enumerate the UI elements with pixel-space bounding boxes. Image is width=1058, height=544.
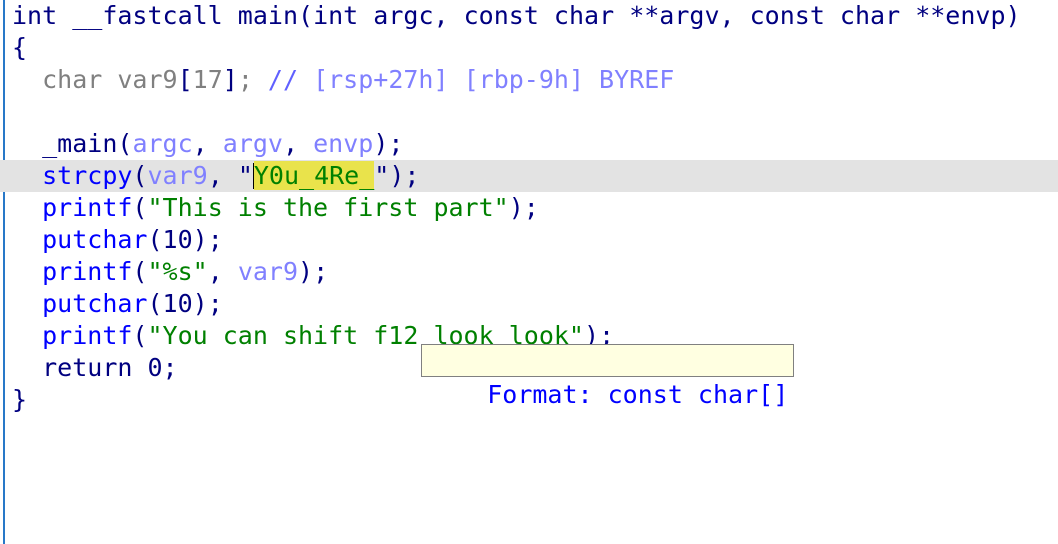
code-line[interactable]: { <box>0 32 1058 64</box>
code-line-content: { <box>0 32 1058 64</box>
code-token: char var9 <box>42 65 178 94</box>
code-token: } <box>12 385 28 414</box>
pseudocode-view[interactable]: int __fastcall main(int argc, const char… <box>0 0 1058 544</box>
selected-string-literal[interactable]: Y0u_4Re_ <box>253 161 375 190</box>
type-hint-tooltip: Format: const char[] <box>421 344 795 409</box>
code-token: printf <box>42 321 133 350</box>
code-line[interactable]: char var9[17]; // [rsp+27h] [rbp-9h] BYR… <box>0 64 1058 96</box>
code-token: return <box>42 353 148 382</box>
code-token: // <box>267 65 314 94</box>
code-token: envp <box>313 129 374 158</box>
code-line[interactable]: putchar(10); <box>0 288 1058 320</box>
code-token: ); <box>192 289 223 318</box>
code-token: 0 <box>147 353 163 382</box>
code-token: ) <box>1005 1 1021 30</box>
code-token: ] <box>222 65 238 94</box>
code-token: **argv <box>629 1 720 30</box>
code-token: argc <box>132 129 193 158</box>
code-token: "%s" <box>147 257 208 286</box>
code-token: putchar <box>42 289 148 318</box>
code-token: ( <box>132 321 148 350</box>
code-token: [rsp+27h] [rbp-9h] BYREF <box>313 65 675 94</box>
code-line-content: putchar(10); <box>0 224 1058 256</box>
code-token: **envp <box>915 1 1006 30</box>
code-token: __fastcall <box>72 1 238 30</box>
code-line-content: printf("%s", var9); <box>0 256 1058 288</box>
code-line-content: int __fastcall main(int argc, const char… <box>0 0 1058 32</box>
code-line[interactable]: printf("This is the first part"); <box>0 192 1058 224</box>
code-token: " <box>237 161 253 190</box>
code-token: ; <box>162 353 178 382</box>
code-token: main <box>237 1 299 30</box>
code-token: 10 <box>162 289 193 318</box>
code-token: var9 <box>147 161 208 190</box>
code-token: , <box>433 1 464 30</box>
code-token: , <box>207 161 238 190</box>
code-line[interactable]: putchar(10); <box>0 224 1058 256</box>
code-token: argv <box>222 129 283 158</box>
code-line-content: char var9[17]; // [rsp+27h] [rbp-9h] BYR… <box>0 64 1058 96</box>
code-line[interactable]: _main(argc, argv, envp); <box>0 128 1058 160</box>
code-line-content: _main(argc, argv, envp); <box>0 128 1058 160</box>
code-line-content <box>0 96 1058 128</box>
code-token: ( <box>132 193 148 222</box>
code-token: ( <box>132 257 148 286</box>
code-token: ( <box>117 129 133 158</box>
code-token: ); <box>298 257 329 286</box>
code-line[interactable]: printf("%s", var9); <box>0 256 1058 288</box>
code-token: "This is the first part" <box>147 193 509 222</box>
code-token: , <box>192 129 223 158</box>
code-line[interactable] <box>0 96 1058 128</box>
code-token: ( <box>132 161 148 190</box>
code-token: ); <box>373 129 404 158</box>
code-token: printf <box>42 193 133 222</box>
code-token: const char <box>463 1 630 30</box>
code-token: " <box>374 161 390 190</box>
code-line-content: putchar(10); <box>0 288 1058 320</box>
code-token: ( <box>147 225 163 254</box>
code-token: ( <box>147 289 163 318</box>
code-token: putchar <box>42 225 148 254</box>
code-token: printf <box>42 257 133 286</box>
code-token: ); <box>508 193 539 222</box>
tooltip-text: Format: const char[] <box>487 380 789 409</box>
code-token: var9 <box>237 257 299 286</box>
code-token: , <box>719 1 750 30</box>
code-token: { <box>12 33 28 62</box>
code-line[interactable]: int __fastcall main(int argc, const char… <box>0 0 1058 32</box>
code-token: ; <box>237 65 268 94</box>
code-token: int <box>12 1 73 30</box>
code-line-content: strcpy(var9, "Y0u_4Re_"); <box>0 160 1058 192</box>
code-token: ); <box>389 161 420 190</box>
code-token: argc <box>373 1 434 30</box>
code-token: 17 <box>192 65 223 94</box>
code-token: ( <box>298 1 314 30</box>
code-token: , <box>282 129 314 158</box>
code-token: ); <box>192 225 223 254</box>
code-token: const char <box>749 1 916 30</box>
code-line-content: printf("This is the first part"); <box>0 192 1058 224</box>
code-token: _main <box>42 129 118 158</box>
code-token: , <box>207 257 238 286</box>
code-token: [ <box>177 65 193 94</box>
code-token: 10 <box>162 225 193 254</box>
code-line-current[interactable]: strcpy(var9, "Y0u_4Re_"); <box>0 160 1058 192</box>
code-token: int <box>313 1 374 30</box>
code-token: strcpy <box>42 161 133 190</box>
